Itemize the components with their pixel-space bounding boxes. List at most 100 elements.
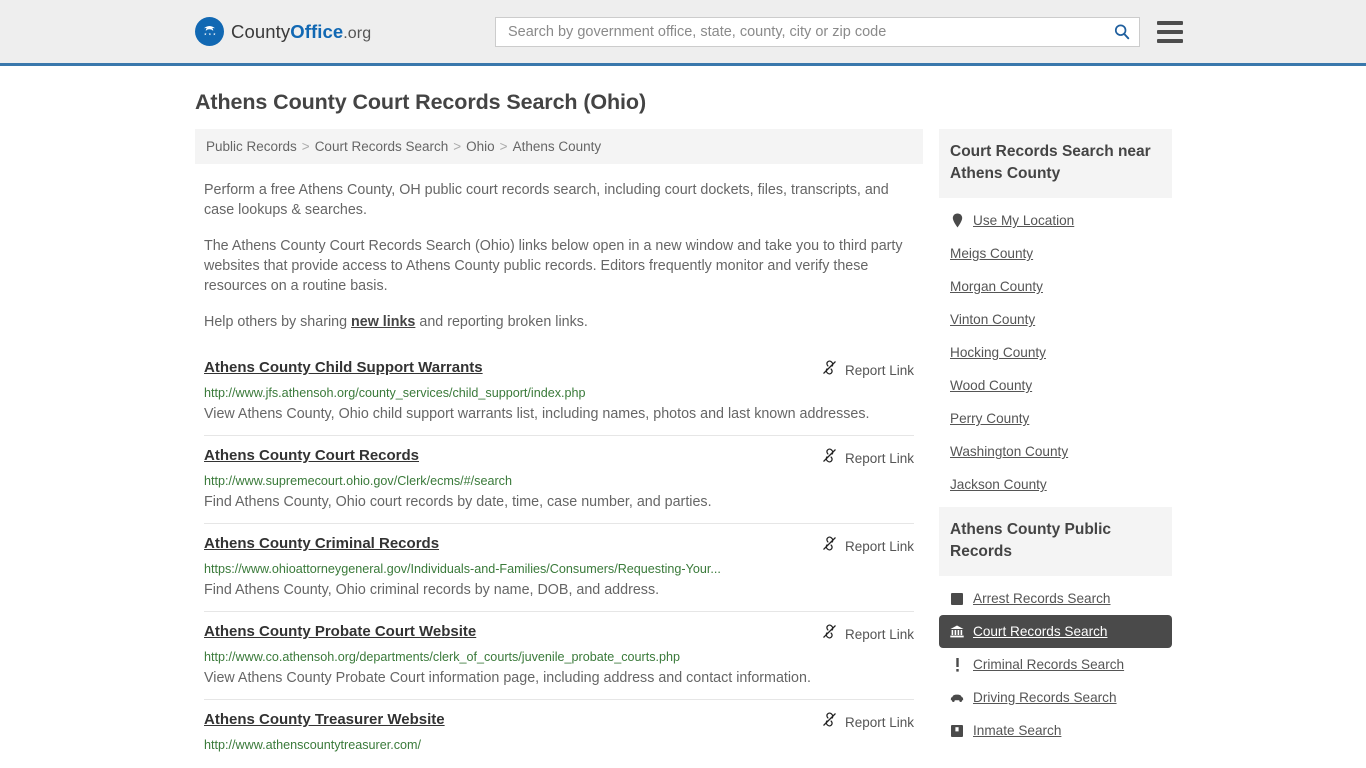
header-search-area (495, 17, 1183, 47)
report-link-button[interactable]: Report Link (822, 535, 914, 556)
sidebar-item-county[interactable]: Perry County (939, 402, 1172, 435)
sidebar-item-county[interactable]: Wood County (939, 369, 1172, 402)
jail-building-icon (950, 724, 964, 738)
sidebar-item-arrest-records-search[interactable]: Arrest Records Search (939, 582, 1172, 615)
sidebar-item-driving-records-search[interactable]: Driving Records Search (939, 681, 1172, 714)
sidebar-item-county[interactable]: Hocking County (939, 336, 1172, 369)
county-link[interactable]: Jackson County (950, 477, 1047, 492)
result-header: Athens County Treasurer Website Report L… (204, 711, 914, 732)
logo-text-org: .org (343, 24, 372, 42)
sidebar-item-county[interactable]: Meigs County (939, 237, 1172, 270)
breadcrumb: Public Records > Court Records Search > Ohio… (195, 129, 923, 164)
sidebar-item-county[interactable]: Washington County (939, 435, 1172, 468)
results-list: Athens County Child Support Warrants Rep… (195, 348, 923, 763)
result-url: http://www.supremecourt.ohio.gov/Clerk/e… (204, 474, 512, 488)
breadcrumb-separator: > (301, 139, 310, 154)
map-pin-icon (950, 213, 964, 228)
search-box[interactable] (495, 17, 1140, 47)
result-description: View Athens County, Ohio child support w… (204, 406, 870, 422)
county-link[interactable]: Perry County (950, 411, 1029, 426)
result-url: http://www.jfs.athensoh.org/county_servi… (204, 386, 586, 400)
site-logo[interactable]: CountyOffice.org (195, 17, 371, 46)
report-link-button[interactable]: Report Link (822, 447, 914, 468)
sidebar-nearby-list: Use My Location Meigs County Morgan Coun… (939, 198, 1172, 501)
sidebar-item-county[interactable]: Vinton County (939, 303, 1172, 336)
result-item: Athens County Probate Court Website Repo… (204, 611, 914, 699)
result-description: Find Athens County, Ohio court records b… (204, 494, 712, 510)
breadcrumb-item-public-records[interactable]: Public Records (206, 139, 297, 154)
sidebar-card-nearby: Court Records Search near Athens County … (939, 129, 1172, 501)
broken-link-icon (822, 624, 837, 644)
use-my-location-link[interactable]: Use My Location (973, 213, 1074, 228)
logo-wordmark: CountyOffice.org (231, 21, 371, 43)
sidebar: Court Records Search near Athens County … (939, 129, 1172, 753)
sidebar-item-criminal-records-search[interactable]: Criminal Records Search (939, 648, 1172, 681)
criminal-records-search-link[interactable]: Criminal Records Search (973, 657, 1124, 672)
breadcrumb-separator: > (499, 139, 508, 154)
result-item: Athens County Court Records Report Link … (204, 435, 914, 523)
arrest-records-search-link[interactable]: Arrest Records Search (973, 591, 1111, 606)
broken-link-icon (822, 448, 837, 468)
report-link-label: Report Link (844, 714, 914, 730)
result-item: Athens County Treasurer Website Report L… (204, 699, 914, 763)
report-link-button[interactable]: Report Link (822, 359, 914, 380)
result-url: https://www.ohioattorneygeneral.gov/Indi… (204, 562, 721, 576)
report-link-label: Report Link (844, 450, 914, 466)
result-url: http://www.athenscountytreasurer.com/ (204, 738, 421, 752)
intro-p3-after: and reporting broken links. (415, 314, 588, 330)
result-title-link[interactable]: Athens County Child Support Warrants (204, 359, 810, 377)
county-link[interactable]: Morgan County (950, 279, 1043, 294)
result-title-link[interactable]: Athens County Probate Court Website (204, 623, 810, 641)
county-link[interactable]: Meigs County (950, 246, 1033, 261)
county-link[interactable]: Washington County (950, 444, 1068, 459)
broken-link-icon (822, 360, 837, 380)
search-input[interactable] (506, 23, 1113, 41)
page-body: Athens County Court Records Search (Ohio… (0, 90, 1366, 763)
sidebar-item-county[interactable]: Morgan County (939, 270, 1172, 303)
sidebar-item-inmate-search[interactable]: Inmate Search (939, 714, 1172, 747)
county-link[interactable]: Wood County (950, 378, 1032, 393)
breadcrumb-separator: > (453, 139, 462, 154)
result-title-link[interactable]: Athens County Criminal Records (204, 535, 810, 553)
report-link-label: Report Link (844, 362, 914, 378)
car-icon (950, 691, 964, 705)
fingerprint-square-icon (950, 592, 964, 606)
logo-text-county: County (231, 20, 291, 42)
report-link-button[interactable]: Report Link (822, 623, 914, 644)
hamburger-menu-icon[interactable] (1157, 21, 1183, 43)
sidebar-card-public-records: Athens County Public Records Arrest Reco… (939, 507, 1172, 747)
report-link-label: Report Link (844, 626, 914, 642)
result-title-link[interactable]: Athens County Treasurer Website (204, 711, 810, 729)
driving-records-search-link[interactable]: Driving Records Search (973, 690, 1117, 705)
broken-link-icon (822, 536, 837, 556)
hamburger-bar (1157, 39, 1183, 43)
breadcrumb-item-court-records-search[interactable]: Court Records Search (315, 139, 449, 154)
sidebar-public-records-heading: Athens County Public Records (939, 507, 1172, 576)
breadcrumb-item-ohio[interactable]: Ohio (466, 139, 495, 154)
sidebar-item-use-my-location[interactable]: Use My Location (939, 204, 1172, 237)
content-columns: Public Records > Court Records Search > Ohio… (195, 129, 1172, 763)
search-icon[interactable] (1113, 23, 1131, 41)
sidebar-item-court-records-search[interactable]: Court Records Search (939, 615, 1172, 648)
hamburger-bar (1157, 30, 1183, 34)
intro-paragraph-1: Perform a free Athens County, OH public … (204, 182, 889, 218)
report-link-button[interactable]: Report Link (822, 711, 914, 732)
result-description: Find Athens County, Ohio criminal record… (204, 582, 660, 598)
hamburger-bar (1157, 21, 1183, 25)
county-link[interactable]: Vinton County (950, 312, 1035, 327)
logo-text-office: Office (290, 20, 344, 42)
inmate-search-link[interactable]: Inmate Search (973, 723, 1061, 738)
page-title: Athens County Court Records Search (Ohio… (195, 90, 647, 114)
county-link[interactable]: Hocking County (950, 345, 1046, 360)
main-column: Public Records > Court Records Search > Ohio… (195, 129, 923, 763)
result-title-link[interactable]: Athens County Court Records (204, 447, 810, 465)
result-description: View Athens County Probate Court informa… (204, 670, 811, 686)
sidebar-nearby-heading: Court Records Search near Athens County (939, 129, 1172, 198)
court-records-search-link[interactable]: Court Records Search (973, 624, 1107, 639)
sidebar-item-county[interactable]: Jackson County (939, 468, 1172, 501)
breadcrumb-item-athens-county[interactable]: Athens County (513, 139, 602, 154)
intro-paragraph-3: Help others by sharing new links and rep… (204, 312, 914, 332)
report-link-label: Report Link (844, 538, 914, 554)
result-item: Athens County Child Support Warrants Rep… (204, 348, 914, 435)
new-links-link[interactable]: new links (351, 314, 415, 330)
